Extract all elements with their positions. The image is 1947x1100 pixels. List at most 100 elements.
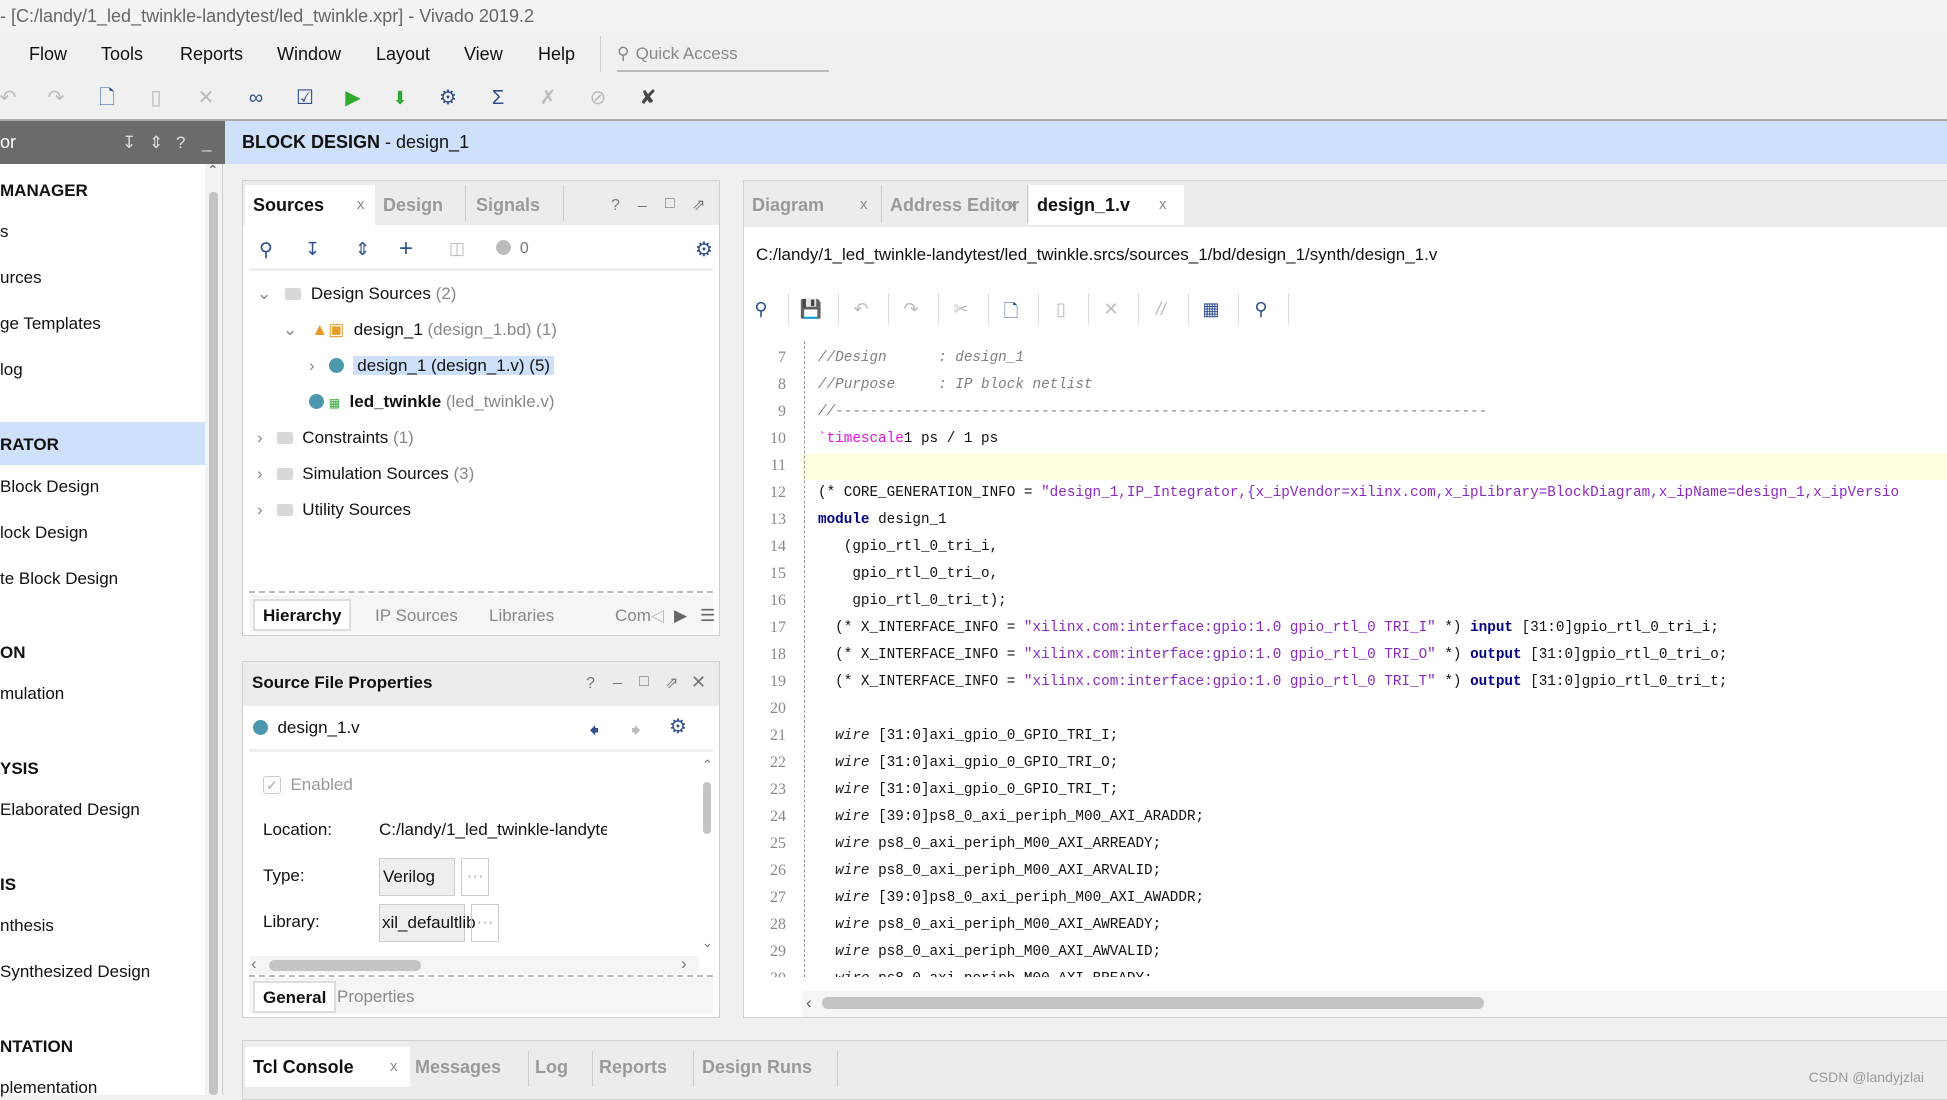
scroll-up-icon[interactable]: ⌃ bbox=[207, 162, 219, 179]
chevron-down-icon[interactable]: ⌄ bbox=[283, 320, 297, 339]
library-browse-button[interactable]: ··· bbox=[471, 904, 499, 942]
flow-nav-item[interactable]: mulation bbox=[0, 684, 64, 704]
menu-layout[interactable]: Layout bbox=[376, 44, 430, 65]
menu-flow[interactable]: Flow bbox=[29, 44, 67, 65]
tab-general[interactable]: General bbox=[253, 981, 337, 1013]
code-line[interactable]: wire ps8_0_axi_periph_M00_AXI_ARVALID; bbox=[818, 863, 1161, 879]
scroll-left-icon[interactable]: ‹ bbox=[806, 993, 812, 1013]
help-icon[interactable]: ? bbox=[586, 675, 595, 693]
flow-nav-item[interactable]: nthesis bbox=[0, 916, 54, 936]
properties-horizontal-scrollbar[interactable]: ‹ › bbox=[249, 954, 699, 974]
disabled-link-icon[interactable]: ⊘ bbox=[584, 84, 612, 112]
tab-design-runs[interactable]: Design Runs bbox=[694, 1047, 812, 1087]
tree-row-constraints[interactable]: › Constraints (1) bbox=[257, 424, 414, 452]
close-icon[interactable]: x bbox=[1159, 185, 1167, 225]
code-line[interactable]: wire ps8_0_axi_periph_M00_AXI_AWREADY; bbox=[818, 917, 1161, 933]
scroll-right-icon[interactable]: › bbox=[681, 954, 687, 974]
undo-icon[interactable]: ↶ bbox=[849, 299, 873, 320]
collapse-all-icon[interactable]: ↧ bbox=[122, 121, 136, 164]
menu-window[interactable]: Window bbox=[277, 44, 341, 65]
search-icon[interactable]: ⚲ bbox=[259, 239, 273, 262]
tab-messages[interactable]: Messages bbox=[407, 1047, 501, 1087]
scroll-thumb[interactable] bbox=[269, 960, 421, 971]
tab-design-1-v[interactable]: design_1.v x bbox=[1029, 185, 1184, 225]
flow-scroll-thumb[interactable] bbox=[209, 192, 218, 1095]
expand-all-icon[interactable]: ⇕ bbox=[149, 121, 163, 164]
maximize-icon[interactable]: □ bbox=[665, 195, 675, 213]
scroll-down-icon[interactable]: ⌄ bbox=[702, 935, 713, 951]
help-icon[interactable]: ? bbox=[611, 197, 620, 215]
menu-tools[interactable]: Tools bbox=[101, 44, 143, 65]
flow-nav-item[interactable]: urces bbox=[0, 268, 42, 288]
flow-nav-item[interactable]: te Block Design bbox=[0, 569, 118, 589]
column-select-icon[interactable]: ▦ bbox=[1199, 299, 1223, 320]
tab-tcl-console[interactable]: Tcl Console x bbox=[245, 1047, 410, 1087]
tree-row-design-1-bd[interactable]: ⌄ ▲▣ design_1 (design_1.bd) (1) bbox=[283, 316, 557, 344]
disabled-tool-icon[interactable]: ✗ bbox=[534, 84, 562, 112]
flow-section-header[interactable]: ON bbox=[0, 643, 26, 663]
tree-row-design-1-v[interactable]: › design_1 (design_1.v) (5) bbox=[309, 352, 555, 380]
close-icon[interactable]: x bbox=[1009, 185, 1017, 225]
tab-menu-icon[interactable]: ☰ bbox=[700, 601, 715, 633]
flow-section-header[interactable]: YSIS bbox=[0, 759, 39, 779]
tab-address-editor[interactable]: Address Editor x bbox=[882, 185, 1027, 225]
sigma-icon[interactable]: Σ bbox=[484, 84, 512, 112]
flow-section-header[interactable]: RATOR bbox=[0, 435, 59, 455]
flow-section-header[interactable]: NTATION bbox=[0, 1037, 73, 1057]
tab-reports[interactable]: Reports bbox=[591, 1047, 667, 1087]
properties-doc-icon[interactable]: ◫ bbox=[449, 239, 465, 259]
code-line[interactable]: wire [39:0]ps8_0_axi_periph_M00_AXI_AWAD… bbox=[818, 890, 1204, 906]
add-sources-icon[interactable]: + bbox=[399, 235, 413, 263]
checklist-icon[interactable]: ☑ bbox=[291, 84, 319, 112]
code-line[interactable]: gpio_rtl_0_tri_o, bbox=[818, 566, 998, 582]
minimize-icon[interactable]: _ bbox=[202, 121, 211, 164]
code-line[interactable]: (* CORE_GENERATION_INFO = "design_1,IP_I… bbox=[818, 485, 1899, 501]
scroll-left-icon[interactable]: ‹ bbox=[251, 954, 257, 974]
tree-row-simulation-sources[interactable]: › Simulation Sources (3) bbox=[257, 460, 474, 488]
flow-nav-item[interactable]: Block Design bbox=[0, 477, 99, 497]
float-icon[interactable]: ⇗ bbox=[665, 673, 678, 693]
settings-icon[interactable]: ⚙ bbox=[434, 84, 462, 112]
copy-icon[interactable]: 🗋 bbox=[93, 84, 121, 112]
tab-compile-order[interactable]: Com bbox=[615, 601, 651, 633]
tab-diagram[interactable]: Diagram x bbox=[744, 185, 881, 225]
cut-icon[interactable]: ✂ bbox=[949, 299, 973, 320]
scroll-thumb[interactable] bbox=[822, 997, 1484, 1009]
chevron-right-icon[interactable]: › bbox=[257, 464, 263, 483]
comment-icon[interactable]: // bbox=[1149, 299, 1173, 320]
type-browse-button[interactable]: ··· bbox=[461, 858, 489, 896]
code-editor[interactable]: 7 //Design : design_1 8 //Purpose : IP bloc… bbox=[744, 341, 1947, 977]
flow-nav-item[interactable]: Synthesized Design bbox=[0, 962, 150, 982]
chevron-down-icon[interactable]: ⌄ bbox=[257, 284, 271, 303]
tab-sources[interactable]: Sources x bbox=[245, 185, 375, 225]
code-line[interactable]: wire [31:0]axi_gpio_0_GPIO_TRI_O; bbox=[818, 755, 1118, 771]
code-line[interactable]: //Purpose : IP block netlist bbox=[818, 377, 1093, 393]
tree-row-led-twinkle[interactable]: ▦ led_twinkle (led_twinkle.v) bbox=[309, 388, 555, 417]
flow-nav-item[interactable]: plementation bbox=[0, 1078, 97, 1098]
tab-properties[interactable]: Properties bbox=[337, 982, 414, 1014]
delete-icon[interactable]: ✕ bbox=[1099, 299, 1123, 320]
scroll-thumb[interactable] bbox=[703, 782, 711, 834]
quick-access-input[interactable]: ⚲ Quick Access bbox=[617, 42, 829, 72]
scissors-tool-icon[interactable]: ✘ bbox=[634, 84, 662, 112]
code-line[interactable]: (* X_INTERFACE_INFO = "xilinx.com:interf… bbox=[818, 674, 1727, 690]
lightbulb-icon[interactable]: ⚲ bbox=[1249, 299, 1273, 320]
code-line[interactable]: //Design : design_1 bbox=[818, 350, 1024, 366]
tree-row-utility-sources[interactable]: › Utility Sources bbox=[257, 496, 411, 524]
paste-icon[interactable]: ▯ bbox=[1049, 299, 1073, 320]
scroll-up-icon[interactable]: ⌃ bbox=[702, 757, 713, 773]
menu-view[interactable]: View bbox=[464, 44, 503, 65]
settings-icon[interactable]: ⚙ bbox=[695, 237, 713, 262]
help-icon[interactable]: ? bbox=[176, 121, 185, 164]
expand-all-icon[interactable]: ⇕ bbox=[355, 239, 370, 260]
code-line[interactable]: wire ps8_0_axi_periph_M00_AXI_ARREADY; bbox=[818, 836, 1161, 852]
forward-arrow-icon[interactable]: 🠺 bbox=[631, 716, 641, 750]
code-line[interactable]: gpio_rtl_0_tri_t); bbox=[818, 593, 1006, 609]
code-line[interactable]: `timescale1 ps / 1 ps bbox=[818, 431, 998, 447]
flow-nav-item[interactable]: lock Design bbox=[0, 523, 88, 543]
tab-log[interactable]: Log bbox=[527, 1047, 568, 1087]
checkbox-checked-icon[interactable]: ✓ bbox=[263, 776, 281, 794]
tab-hierarchy[interactable]: Hierarchy bbox=[253, 599, 352, 631]
code-line[interactable]: wire [39:0]ps8_0_axi_periph_M00_AXI_ARAD… bbox=[818, 809, 1204, 825]
type-field[interactable]: Verilog bbox=[379, 858, 455, 896]
